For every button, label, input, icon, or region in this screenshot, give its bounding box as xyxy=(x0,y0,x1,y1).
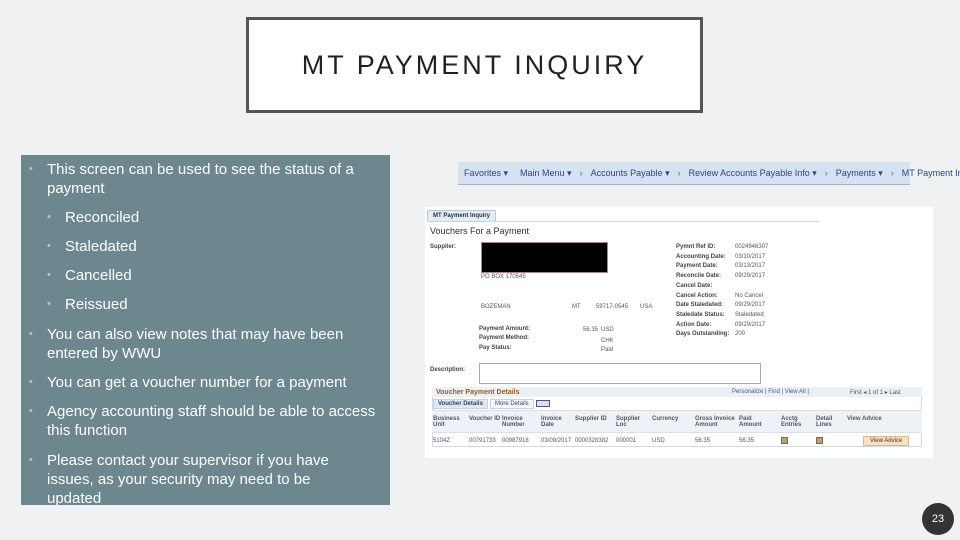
slide-title-box: MT PAYMENT INQUIRY xyxy=(246,17,703,113)
nav-accounts-payable[interactable]: Accounts Payable ▾ xyxy=(591,168,670,179)
payment-amount: 56.35 xyxy=(583,327,599,333)
tab-more-details[interactable]: More Details xyxy=(490,399,534,409)
column-header: Acctg Entries xyxy=(781,416,802,428)
field-label: Cancel Action: xyxy=(676,292,718,299)
bullet: This screen can be used to see the statu… xyxy=(29,160,382,198)
view-advice-button[interactable]: View Advice xyxy=(863,436,910,446)
grid-cell: 000001 xyxy=(616,438,637,444)
detail-lines-icon[interactable] xyxy=(816,437,823,444)
column-header: Detail Lines xyxy=(816,416,833,428)
column-header: Currency xyxy=(652,416,679,422)
nav-main-menu[interactable]: Main Menu ▾ xyxy=(520,168,572,179)
field-value: 09/29/2017 xyxy=(735,302,766,309)
redacted-supplier-name xyxy=(481,242,608,273)
field-label: Pymnt Ref ID: xyxy=(676,244,716,250)
field-label: Action Date: xyxy=(676,321,712,328)
supplier-label: Supplier: xyxy=(430,244,457,250)
field-label: Days Outstanding: xyxy=(676,331,730,338)
bullet: You can also view notes that may have be… xyxy=(29,325,382,363)
payment-inquiry-screenshot: MT Payment Inquiry Vouchers For a Paymen… xyxy=(425,207,933,458)
column-header: Supplier Loc xyxy=(616,416,641,428)
column-header: Invoice Number xyxy=(502,416,525,428)
column-header: Paid Amount xyxy=(739,416,762,428)
bullet: Please contact your supervisor if you ha… xyxy=(29,451,357,505)
bullet: Agency accounting staff should be able t… xyxy=(29,402,382,440)
field-value: 03/10/2017 xyxy=(735,253,766,260)
grid-cell: 56.35 xyxy=(695,438,711,444)
field-label: Staledate Status: xyxy=(676,311,725,318)
accounting-entries-icon[interactable] xyxy=(781,437,788,444)
field-value: 200 xyxy=(735,331,746,338)
column-header: Invoice Date xyxy=(541,416,562,428)
separator: › xyxy=(890,168,894,178)
page-number: 23 xyxy=(922,503,954,535)
grid-cell: 0000328382 xyxy=(575,438,609,444)
bullet-panel: This screen can be used to see the statu… xyxy=(21,155,390,505)
field-value: No Cancel xyxy=(735,292,764,299)
payment-method-label: Payment Method: xyxy=(479,335,530,341)
sub-bullet: Reconciled xyxy=(47,208,390,227)
nav-review-ap-info[interactable]: Review Accounts Payable Info ▾ xyxy=(689,168,817,179)
separator: › xyxy=(677,168,681,178)
description-label: Description: xyxy=(430,367,466,373)
field-value: 09/29/2017 xyxy=(735,321,766,328)
sub-bullet: Reissued xyxy=(47,295,390,314)
payment-amount-label: Payment Amount: xyxy=(479,326,531,332)
field-label: Reconcile Date: xyxy=(676,273,722,280)
show-all-columns-icon[interactable] xyxy=(536,400,550,407)
field-label: Payment Date: xyxy=(676,263,718,270)
grid-cell: 00987918 xyxy=(502,438,529,444)
slide-title: MT PAYMENT INQUIRY xyxy=(301,49,648,80)
grid-title: Voucher Payment Details xyxy=(436,389,520,396)
breadcrumb-nav: Favorites ▾ Main Menu ▾ › Accounts Payabl… xyxy=(458,162,960,185)
nav-payments[interactable]: Payments ▾ xyxy=(836,168,883,179)
nav-mt-payment-inquiry[interactable]: MT Payment Inquiry xyxy=(902,168,960,178)
grid-cell: 5104Z xyxy=(433,438,451,444)
bullet: You can get a voucher number for a payme… xyxy=(29,373,382,392)
nav-favorites[interactable]: Favorites ▾ xyxy=(464,168,508,179)
field-value: 03/13/2017 xyxy=(735,263,766,270)
column-header: Business Unit xyxy=(433,416,460,428)
zip: 59717-0545 xyxy=(596,304,629,310)
grid-cell: 56.35 xyxy=(739,438,755,444)
divider xyxy=(427,221,819,222)
pay-status-label: Pay Status: xyxy=(479,345,512,351)
separator: › xyxy=(579,168,583,178)
grid-cell: 00791733 xyxy=(469,438,496,444)
payment-currency: USD xyxy=(601,327,614,333)
address: PO BOX 170545 xyxy=(481,274,526,280)
field-label: Accounting Date: xyxy=(676,253,726,260)
sub-bullet: Staledated xyxy=(47,237,390,256)
country: USA xyxy=(640,304,653,310)
grid-cell: 03/09/2017 xyxy=(541,438,572,444)
field-value: 09/29/2017 xyxy=(735,273,766,280)
tab-voucher-details[interactable]: Voucher Details xyxy=(433,399,488,409)
description-input[interactable] xyxy=(479,363,761,384)
payment-method: CHK xyxy=(601,338,614,344)
grid-paging[interactable]: First ◂ 1 of 1 ▸ Last xyxy=(850,389,901,396)
grid-tools[interactable]: Personalize | Find | View All | xyxy=(732,389,809,395)
column-header: Voucher ID xyxy=(469,416,501,422)
field-value: 0024946307 xyxy=(735,244,769,250)
grid-cell: USD xyxy=(652,438,665,444)
field-value: Staledated xyxy=(735,311,764,318)
pay-status: Paid xyxy=(601,347,614,353)
column-header: Gross Invoice Amount xyxy=(695,416,735,428)
field-label: Date Staledated: xyxy=(676,302,724,309)
column-header: Supplier ID xyxy=(575,416,607,422)
separator: › xyxy=(824,168,828,178)
column-header: View Advice xyxy=(847,416,882,422)
page-heading: Vouchers For a Payment xyxy=(430,226,530,236)
field-label: Cancel Date: xyxy=(676,282,713,289)
state: MT xyxy=(572,304,581,310)
city: BOZEMAN xyxy=(481,304,511,310)
sub-bullet: Cancelled xyxy=(47,266,390,285)
